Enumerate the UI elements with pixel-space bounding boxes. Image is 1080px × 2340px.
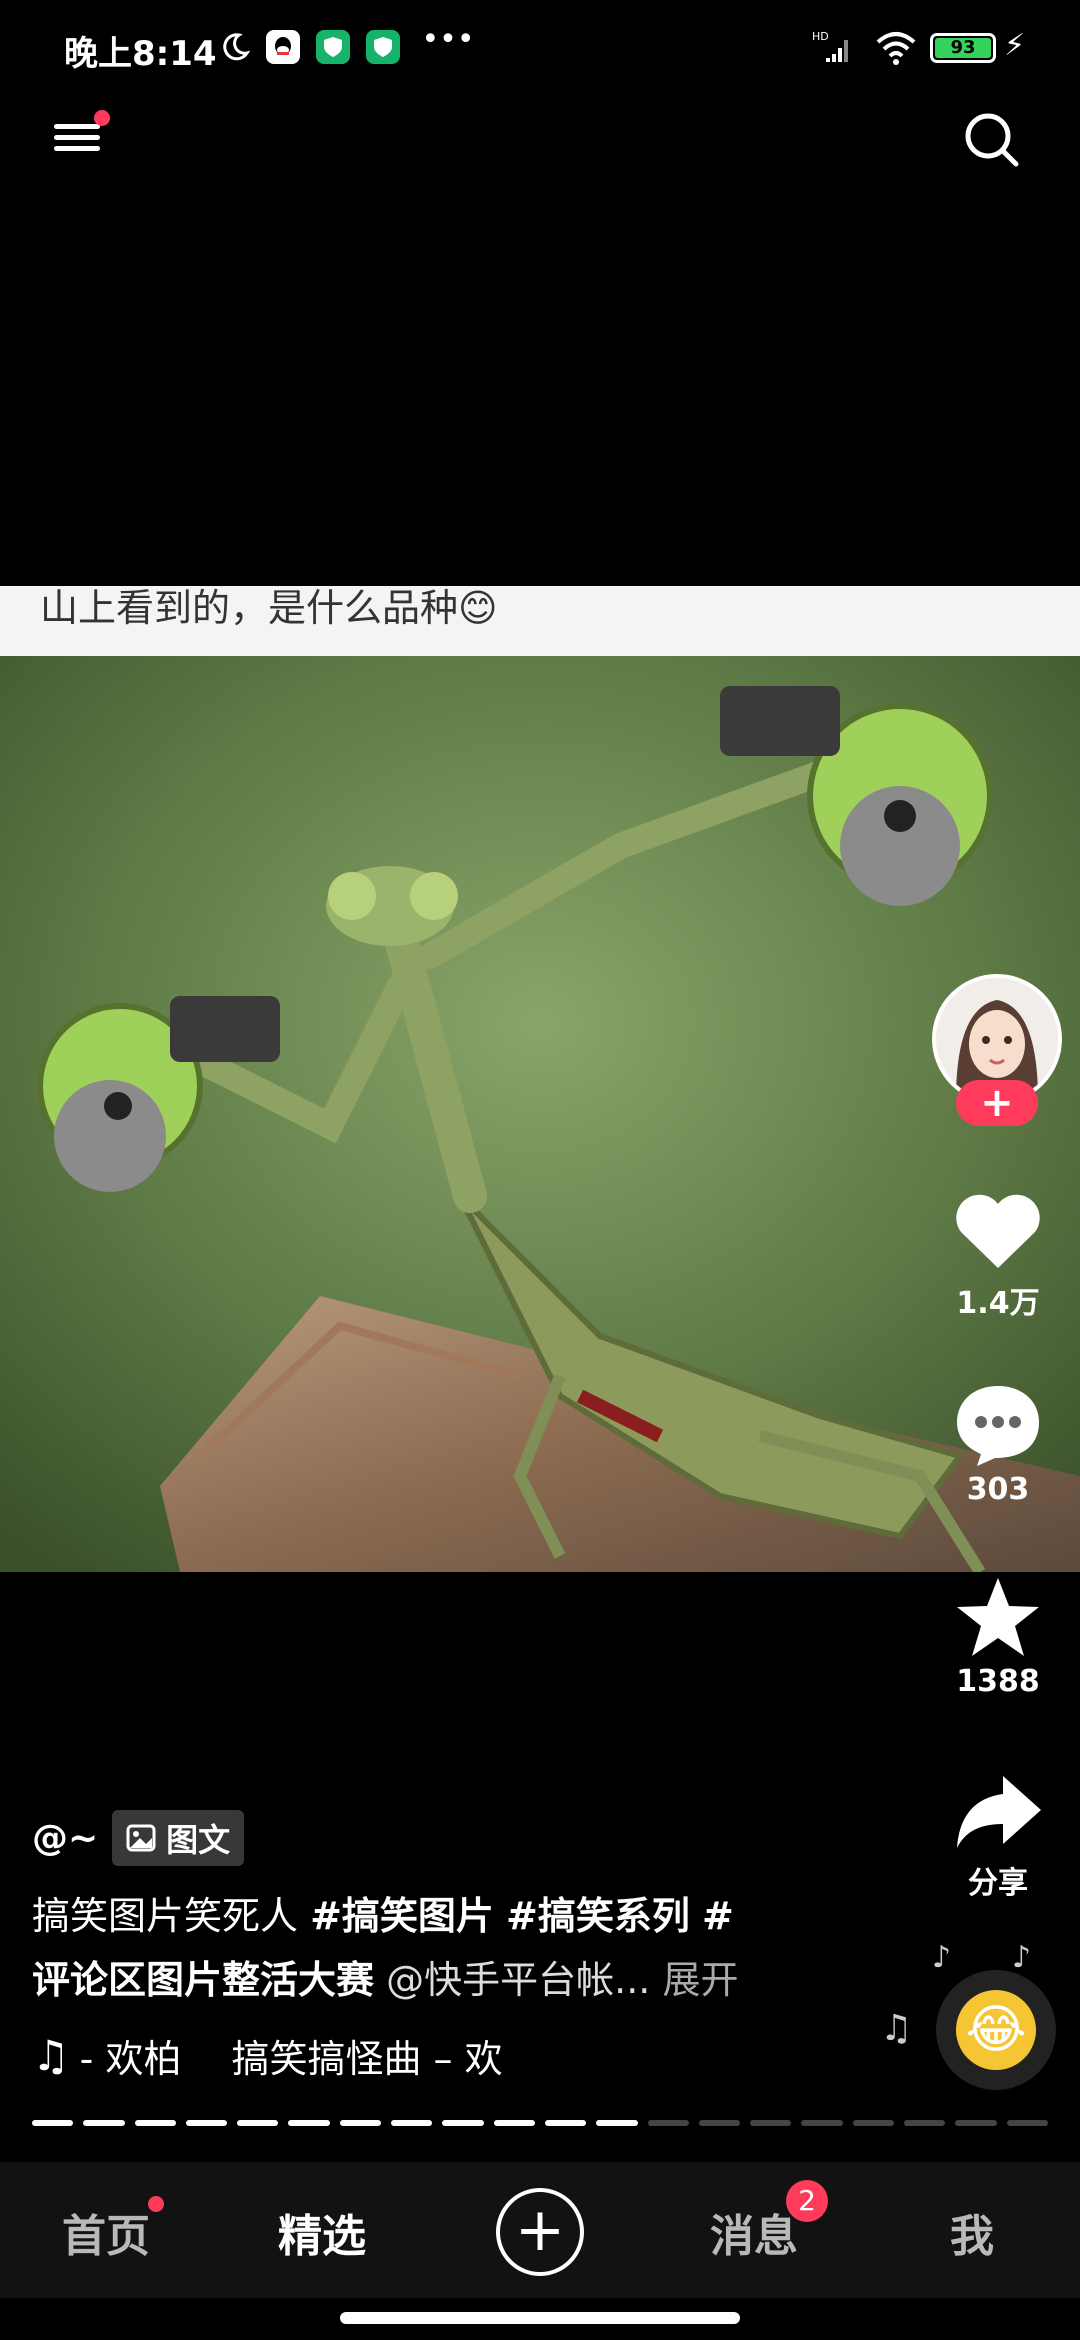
tab-me[interactable]: 我 — [950, 2200, 994, 2264]
follow-button[interactable]: + — [956, 1080, 1038, 1126]
more-dots-icon: ••• — [421, 21, 475, 57]
badge-label: 图文 — [166, 1821, 231, 1859]
progress-segment — [493, 2120, 535, 2126]
qq-icon — [266, 30, 300, 64]
post-image[interactable]: 山上看到的，是什么品种😊 — [0, 586, 1080, 1572]
tab-home[interactable]: 首页 — [62, 2200, 150, 2264]
music-row[interactable]: ♫ - 欢柏 搞笑搞怪曲 – 欢 — [32, 2028, 503, 2083]
tab-messages[interactable]: 消息 — [710, 2200, 798, 2264]
image-caption: 山上看到的，是什么品种😊 — [40, 586, 498, 630]
post-type-badge: 图文 — [112, 1810, 245, 1866]
bottom-nav: 首页 精选 + 消息 2 我 — [0, 2162, 1080, 2298]
status-time: 晚上8:14 — [64, 34, 217, 74]
progress-segment — [32, 2120, 74, 2126]
home-indicator — [340, 2312, 740, 2324]
progress-segment — [647, 2120, 689, 2126]
network-label: HD — [812, 30, 829, 43]
post-description[interactable]: 搞笑图片笑死人 #搞笑图片 #搞笑系列 # 评论区图片整活大赛 @快手平台帐..… — [32, 1884, 862, 2012]
favorite-button[interactable]: 1388 — [930, 1574, 1066, 1699]
progress-segment — [83, 2120, 125, 2126]
hashtag[interactable]: # — [702, 1894, 734, 1938]
star-icon — [957, 1578, 1039, 1656]
search-icon[interactable] — [962, 110, 1022, 170]
image-caption-strip: 山上看到的，是什么品种😊 — [0, 586, 1080, 656]
progress-segment — [237, 2120, 279, 2126]
shield-icon — [316, 30, 350, 64]
wifi-icon — [876, 32, 916, 65]
hashtag[interactable]: #搞笑图片 — [310, 1894, 494, 1938]
progress-segment — [544, 2120, 587, 2126]
progress-segment — [698, 2120, 741, 2126]
tab-featured[interactable]: 精选 — [278, 2200, 366, 2264]
music-note-icon: ♪ — [1012, 1940, 1032, 1975]
music-note-icon: ♪ — [932, 1940, 952, 1975]
progress-segment — [185, 2120, 228, 2126]
status-bar: 晚上8:14 ••• HD 93 ⚡ — [0, 0, 1080, 100]
comment-button[interactable]: 303 — [930, 1382, 1066, 1507]
music-artist: - 欢柏 — [79, 2037, 182, 2081]
like-count: 1.4万 — [956, 1286, 1040, 1321]
progress-segment — [134, 2120, 176, 2126]
author-name[interactable]: @~ — [32, 1818, 98, 1859]
description-text: 搞笑图片笑死人 — [32, 1894, 311, 1938]
image-icon — [126, 1824, 156, 1852]
share-label: 分享 — [968, 1866, 1028, 1901]
progress-segment — [1006, 2120, 1048, 2126]
menu-notification-dot — [94, 110, 110, 126]
battery-level: 93 — [935, 38, 991, 58]
share-icon — [957, 1776, 1041, 1848]
progress-segment — [391, 2120, 433, 2126]
expand-button[interactable]: 展开 — [662, 1958, 738, 2002]
music-disc[interactable]: 😂 — [936, 1970, 1056, 2090]
favorite-count: 1388 — [956, 1664, 1040, 1699]
progress-segment — [339, 2120, 382, 2126]
music-note-icon: ♫ — [880, 2008, 913, 2049]
progress-segment — [442, 2120, 484, 2126]
create-button[interactable]: + — [496, 2188, 584, 2276]
progress-segment — [596, 2120, 638, 2126]
hashtag[interactable]: #搞笑系列 — [506, 1894, 690, 1938]
music-note-icon: ♫ — [32, 2031, 70, 2080]
messages-badge: 2 — [786, 2180, 828, 2222]
home-notification-dot — [148, 2196, 164, 2212]
heart-icon — [956, 1194, 1040, 1268]
progress-segment — [904, 2120, 946, 2126]
progress-segment — [852, 2120, 895, 2126]
mantis-photo — [0, 656, 1080, 1572]
author-row: @~ 图文 — [32, 1810, 245, 1866]
hashtag-continuation[interactable]: 评论区图片整活大赛 — [32, 1958, 374, 2002]
shield-icon — [366, 30, 400, 64]
comment-count: 303 — [966, 1472, 1030, 1507]
mention[interactable]: @快手平台帐... — [386, 1958, 650, 2002]
share-button[interactable]: 分享 — [930, 1772, 1066, 1902]
progress-segment — [288, 2120, 330, 2126]
menu-icon[interactable] — [54, 118, 104, 168]
music-title: 搞笑搞怪曲 – 欢 — [231, 2037, 503, 2081]
battery-icon: 93 — [930, 33, 996, 63]
progress-segment — [955, 2120, 997, 2126]
image-progress — [32, 2120, 1048, 2126]
progress-segment — [801, 2120, 843, 2126]
moon-icon — [218, 30, 252, 64]
signal-icon: HD — [812, 30, 848, 62]
progress-segment — [750, 2120, 792, 2126]
comment-icon — [957, 1386, 1039, 1466]
charging-icon: ⚡ — [1004, 28, 1026, 63]
like-button[interactable]: 1.4万 — [930, 1192, 1066, 1322]
laughing-emoji-icon: 😂 — [956, 1990, 1036, 2070]
